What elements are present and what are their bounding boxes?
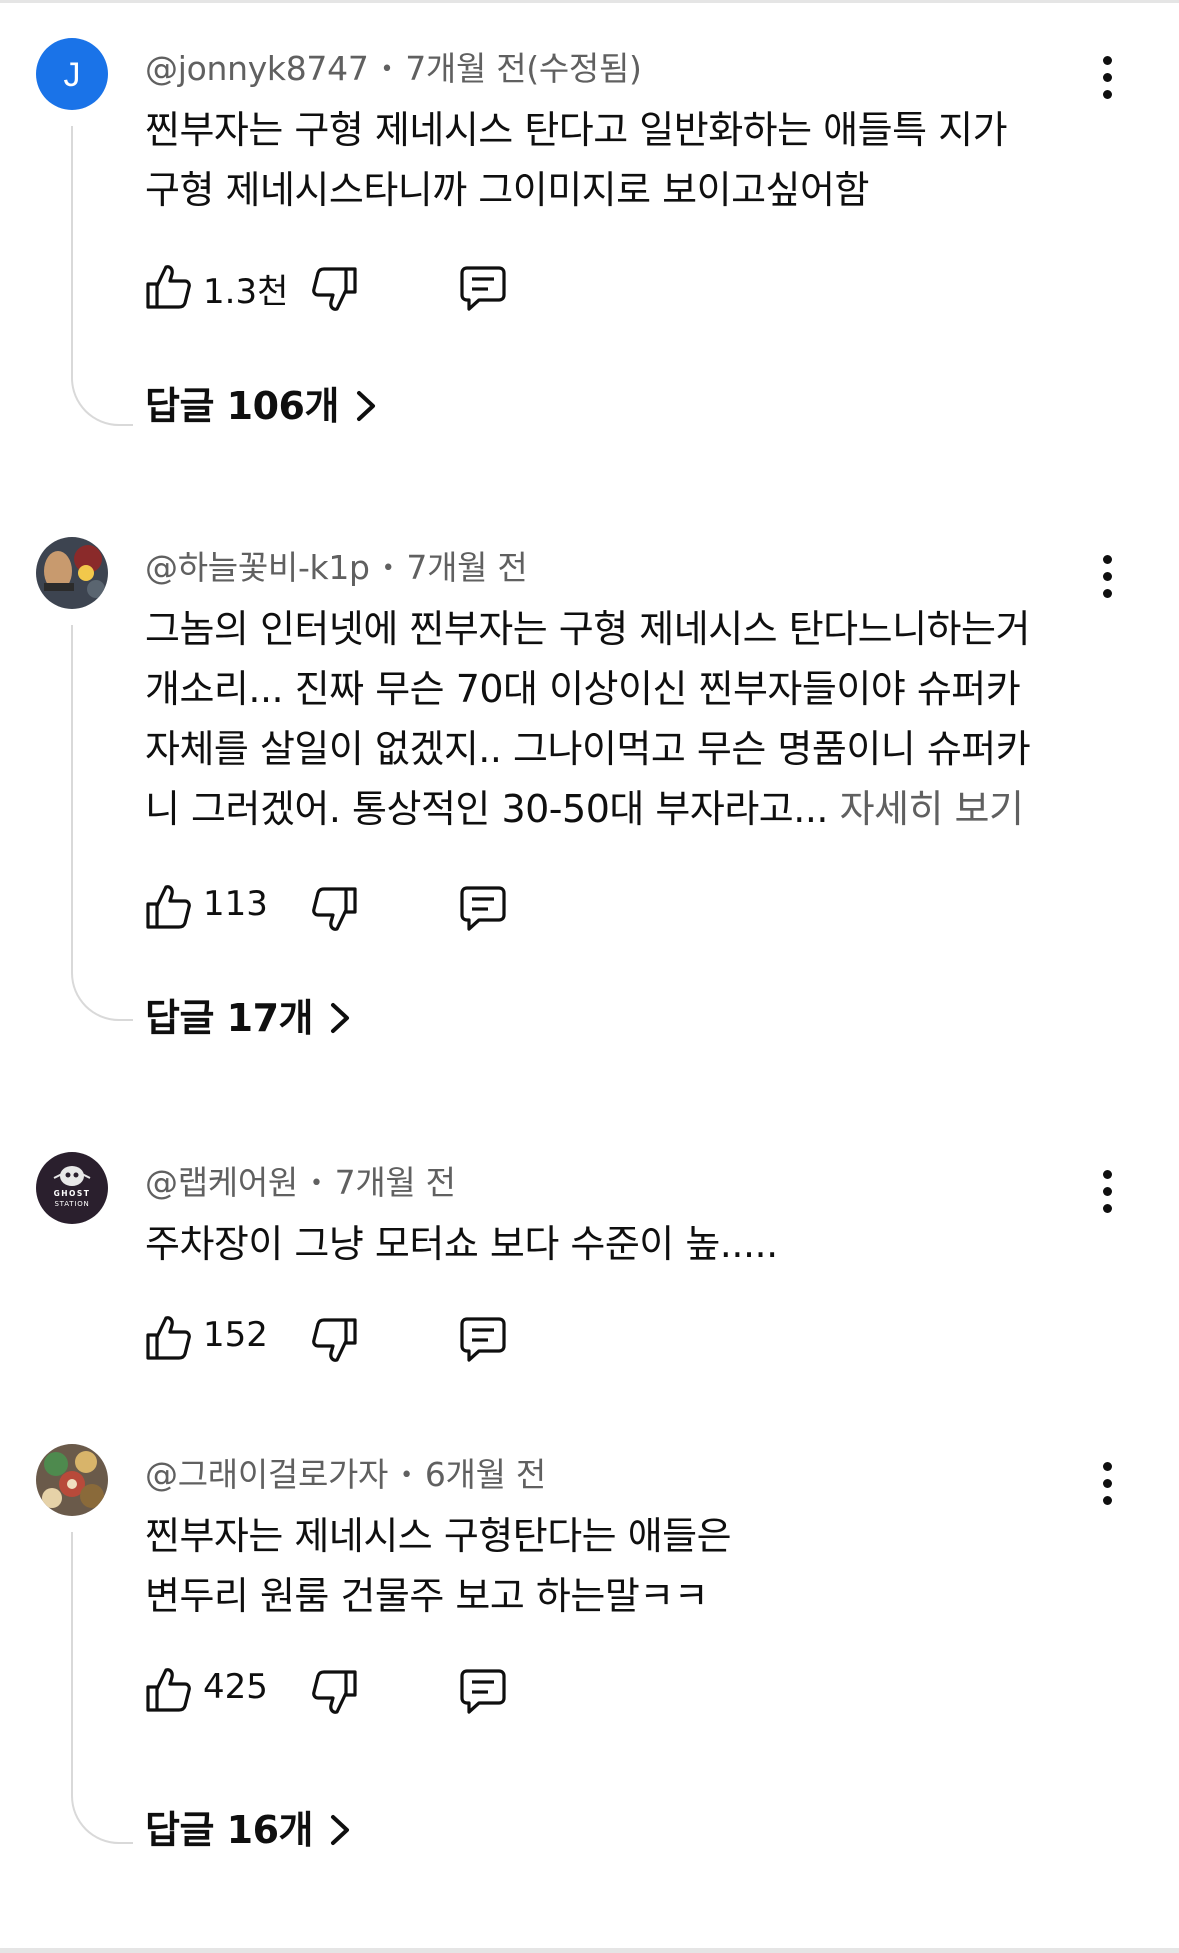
comment-actions: 425	[145, 1663, 645, 1723]
separator-dot: •	[400, 1463, 413, 1488]
comment-text-line: 그놈의 인터넷에 찐부자는 구형 제네시스 탄다느니하는거	[145, 607, 1030, 651]
comment-time: 7개월 전(수정됨)	[405, 49, 642, 88]
dislike-button[interactable]	[312, 266, 358, 314]
like-count: 1.3천	[203, 272, 289, 312]
separator-dot: •	[381, 556, 395, 581]
comment-text: 찐부자는 구형 제네시스 탄다고 일반화하는 애들특 지가 구형 제네시스타니까…	[145, 100, 1095, 220]
more-options-button[interactable]	[1093, 555, 1123, 607]
avatar[interactable]: J	[36, 38, 108, 110]
avatar[interactable]	[36, 1444, 108, 1516]
comment-author[interactable]: @하늘꽃비-k1p	[145, 548, 370, 587]
comment-text-line: 자체를 살일이 없겠지.. 그나이먹고 무슨 명품이니 슈퍼카	[145, 727, 1031, 771]
like-count: 152	[203, 1315, 268, 1355]
comment-actions: 152	[145, 1311, 645, 1371]
comment-text: 주차장이 그냥 모터쇼 보다 수준이 높.....	[145, 1214, 1095, 1274]
replies-count: 답글 16개	[145, 1808, 314, 1852]
dislike-button[interactable]	[312, 886, 358, 934]
thumbs-down-icon	[312, 1318, 357, 1362]
comment-text-line: 니 그러겠어. 통상적인 30-50대 부자라고... 자세히 보기	[145, 779, 1095, 839]
chevron-right-icon	[327, 1813, 353, 1847]
comment-icon	[460, 1317, 506, 1362]
comment-text-line-part: 니 그러겠어. 통상적인 30-50대 부자라고...	[145, 787, 829, 831]
comment-time: 6개월 전	[424, 1455, 546, 1494]
comment-text-line: 변두리 원룸 건물주 보고 하는말ㅋㅋ	[145, 1574, 709, 1618]
replies-toggle[interactable]: 답글 17개	[145, 993, 353, 1043]
thread-line	[71, 1532, 133, 1844]
reply-button[interactable]	[459, 1315, 507, 1363]
separator-dot: •	[309, 1171, 323, 1196]
comment-actions: 1.3천	[145, 260, 645, 320]
comment-text-line: 구형 제네시스타니까 그이미지로 보이고싶어함	[145, 168, 869, 212]
reply-button[interactable]	[459, 1667, 507, 1715]
comment-text-line: 찐부자는 구형 제네시스 탄다고 일반화하는 애들특 지가	[145, 108, 1008, 152]
chevron-right-icon	[327, 1001, 353, 1035]
dislike-button[interactable]	[312, 1317, 358, 1365]
replies-count: 답글 17개	[145, 996, 314, 1040]
avatar[interactable]: GHOST STATION	[36, 1152, 108, 1224]
comment-author[interactable]: @jonnyk8747	[145, 49, 369, 88]
thread-line	[71, 625, 133, 1021]
comment-actions: 113	[145, 880, 645, 940]
more-options-button[interactable]	[1093, 56, 1123, 108]
read-more-link[interactable]: 자세히 보기	[840, 787, 1024, 831]
thumbs-up-icon	[146, 1668, 191, 1712]
like-button[interactable]	[145, 882, 191, 930]
reply-button[interactable]	[459, 264, 507, 312]
comment-text: 찐부자는 제네시스 구형탄다는 애들은 변두리 원룸 건물주 보고 하는말ㅋㅋ	[145, 1506, 1095, 1626]
bottom-divider	[0, 1948, 1179, 1953]
avatar[interactable]	[36, 537, 108, 609]
top-divider	[0, 0, 1179, 3]
more-options-button[interactable]	[1093, 1462, 1123, 1514]
comment-icon	[460, 266, 506, 311]
replies-count: 답글 106개	[145, 384, 339, 428]
comment-time: 7개월 전	[406, 548, 528, 587]
comment-text-line: 개소리... 진짜 무슨 70대 이상이신 찐부자들이야 슈퍼카	[145, 667, 1021, 711]
comment-icon	[460, 1669, 506, 1714]
thumbs-down-icon	[312, 1670, 357, 1714]
comment-author[interactable]: @랩케어원	[145, 1163, 298, 1202]
chevron-right-icon	[353, 389, 379, 423]
comment-time: 7개월 전	[334, 1163, 456, 1202]
thumbs-down-icon	[312, 887, 357, 931]
comment-icon	[460, 886, 506, 931]
thumbs-up-icon	[146, 1316, 191, 1360]
avatar-text: GHOST	[54, 1189, 91, 1198]
thumbs-down-icon	[312, 267, 357, 311]
like-button[interactable]	[145, 1665, 191, 1713]
comment-text: 그놈의 인터넷에 찐부자는 구형 제네시스 탄다느니하는거 개소리... 진짜 …	[145, 599, 1095, 839]
replies-toggle[interactable]: 답글 106개	[145, 381, 379, 431]
comment-meta: @그래이걸로가자 • 6개월 전	[145, 1448, 546, 1496]
like-count: 425	[203, 1667, 268, 1707]
replies-toggle[interactable]: 답글 16개	[145, 1805, 353, 1855]
dislike-button[interactable]	[312, 1669, 358, 1717]
like-button[interactable]	[145, 1313, 191, 1361]
comment-meta: @하늘꽃비-k1p • 7개월 전	[145, 541, 528, 589]
thumbs-up-icon	[146, 265, 191, 309]
comment-meta: @jonnyk8747 • 7개월 전(수정됨)	[145, 42, 642, 90]
reply-button[interactable]	[459, 884, 507, 932]
comment-meta: @랩케어원 • 7개월 전	[145, 1156, 456, 1204]
avatar-letter: J	[64, 56, 81, 94]
like-count: 113	[203, 884, 268, 924]
comment-author[interactable]: @그래이걸로가자	[145, 1455, 388, 1494]
avatar-text: STATION	[54, 1200, 89, 1208]
like-button[interactable]	[145, 262, 191, 310]
thread-line	[71, 126, 133, 426]
more-options-button[interactable]	[1093, 1170, 1123, 1222]
thumbs-up-icon	[146, 885, 191, 929]
comment-text-line: 주차장이 그냥 모터쇼 보다 수준이 높.....	[145, 1222, 778, 1266]
comment-text-line: 찐부자는 제네시스 구형탄다는 애들은	[145, 1514, 732, 1558]
separator-dot: •	[380, 57, 394, 82]
